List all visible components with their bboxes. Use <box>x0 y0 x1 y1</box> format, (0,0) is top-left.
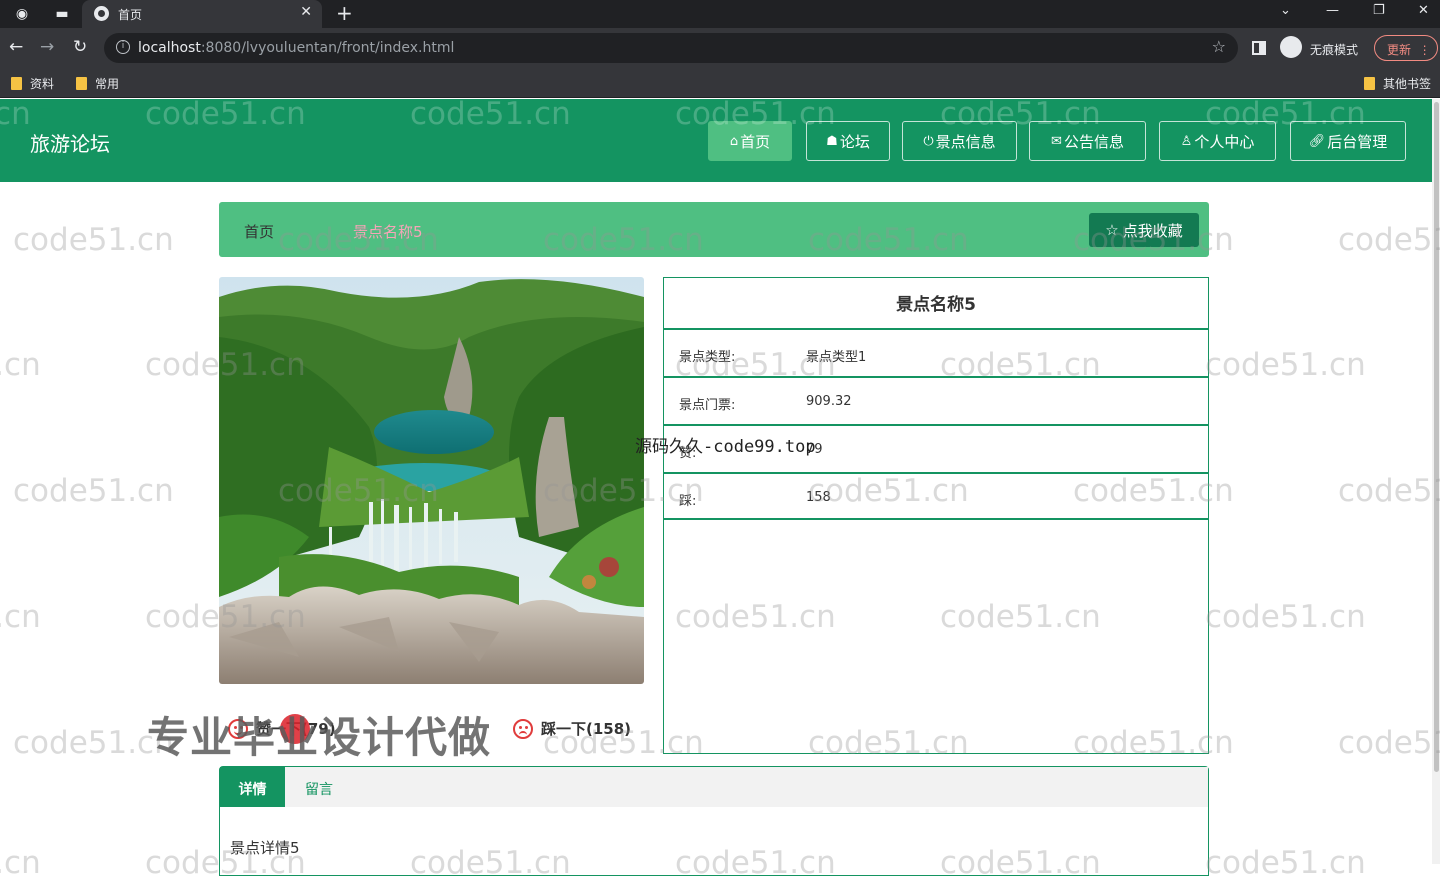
tab-search-icon[interactable]: ▬ <box>52 4 72 24</box>
attraction-info-table: 景点名称5 景点类型: 景点类型1 景点门票: 909.32 赞: 79 踩: 158 <box>663 277 1209 754</box>
nav-home[interactable]: ⌂ 首页 <box>708 121 792 161</box>
site-info-icon[interactable]: i <box>116 40 130 54</box>
mail-icon: ✉ <box>1051 133 1062 149</box>
watermark-text: code51.cn <box>13 222 174 258</box>
attraction-name: 景点名称5 <box>896 295 976 315</box>
power-icon: ⏻ <box>923 133 934 149</box>
info-row-dislikes: 踩: 158 <box>664 472 1208 520</box>
browser-tab[interactable]: 首页 ✕ <box>82 0 322 28</box>
watermark-text: code51.cn <box>1205 599 1366 635</box>
info-row-type: 景点类型: 景点类型1 <box>664 328 1208 376</box>
bookmark-folder-changyong[interactable]: 常用 <box>76 75 119 92</box>
watermark-text: code51.cn <box>1205 347 1366 383</box>
url-input[interactable]: i localhost:8080/lvyouluentan/front/inde… <box>104 33 1238 63</box>
detail-content: 景点详情5 <box>230 839 300 857</box>
link-icon: 🔗︎ <box>1308 133 1326 149</box>
forward-icon[interactable]: → <box>40 37 54 57</box>
update-button[interactable]: 更新 ⋮ <box>1374 35 1438 61</box>
watermark-text: code51.cn <box>0 599 41 635</box>
tab-comments[interactable]: 留言 <box>305 779 333 799</box>
nav-forum[interactable]: ☗ 论坛 <box>806 121 890 161</box>
ad-watermark: 专业毕业设计代做 <box>147 713 492 762</box>
watermark-text: code51.cn <box>0 845 41 881</box>
frown-icon <box>513 718 533 739</box>
attraction-image <box>219 277 644 684</box>
bookmarks-bar: 资料 常用 其他书签 <box>0 68 1440 98</box>
watermark-text: code51.cn <box>13 473 174 509</box>
site-header: 旅游论坛 ⌂ 首页 ☗ 论坛 ⏻ 景点信息 ✉ 公告信息 ♙ 个人中心 🔗︎ 后台管理 <box>0 99 1432 182</box>
back-icon[interactable]: ← <box>9 37 23 57</box>
folder-icon <box>76 77 87 90</box>
restore-icon[interactable]: ❐ <box>1373 3 1385 18</box>
bookmark-star-icon[interactable]: ☆ <box>1212 37 1226 56</box>
url-text: localhost:8080/lvyouluentan/front/index.… <box>138 40 455 56</box>
favorite-button[interactable]: ☆ 点我收藏 <box>1089 213 1199 247</box>
site-title: 旅游论坛 <box>30 132 110 156</box>
browser-menu-icon[interactable]: ◉ <box>12 4 32 24</box>
minimize-icon[interactable]: — <box>1326 3 1339 18</box>
tab-list-chevron-icon[interactable]: ⌄ <box>1280 3 1291 18</box>
page-scrollbar-thumb[interactable] <box>1434 102 1439 772</box>
graduation-icon: ☗ <box>826 133 838 149</box>
watermark-text: code51.cn <box>1338 473 1440 509</box>
new-tab-icon[interactable]: + <box>336 1 353 25</box>
nav-announcements[interactable]: ✉ 公告信息 <box>1029 121 1146 161</box>
dislike-button[interactable]: 踩一下(158) <box>513 718 631 739</box>
watermark-text: code51.cn <box>1205 845 1366 881</box>
nav-admin[interactable]: 🔗︎ 后台管理 <box>1290 121 1406 161</box>
other-bookmarks[interactable]: 其他书签 <box>1364 75 1431 92</box>
breadcrumb: 首页 景点名称5 ☆ 点我收藏 <box>219 202 1209 257</box>
detail-tabs: 详情 留言 景点详情5 <box>219 766 1209 876</box>
side-panel-icon[interactable] <box>1252 41 1266 55</box>
globe-icon <box>94 6 109 21</box>
address-bar-row: ← → ↻ i localhost:8080/lvyouluentan/fron… <box>0 28 1440 68</box>
star-icon: ☆ <box>1105 221 1119 239</box>
bookmark-folder-ziliao[interactable]: 资料 <box>11 75 54 92</box>
watermark-text: code51.cn <box>0 347 41 383</box>
center-watermark: 源码久久-code99.top <box>635 437 816 457</box>
tab-title: 首页 <box>118 8 143 22</box>
info-row-ticket: 景点门票: 909.32 <box>664 376 1208 424</box>
user-icon: ♙ <box>1180 133 1193 149</box>
incognito-icon <box>1280 36 1302 58</box>
reload-icon[interactable]: ↻ <box>73 37 87 57</box>
incognito-label: 无痕模式 <box>1310 43 1359 57</box>
tab-detail[interactable]: 详情 <box>220 767 285 807</box>
browser-tab-bar: ◉ ▬ 首页 ✕ + ⌄ — ❐ ✕ <box>0 0 1440 28</box>
watermark-text: code51.cn <box>1338 725 1440 761</box>
breadcrumb-current: 景点名称5 <box>353 223 423 241</box>
breadcrumb-home[interactable]: 首页 <box>244 221 274 242</box>
nav-attractions[interactable]: ⏻ 景点信息 <box>902 121 1017 161</box>
window-close-icon[interactable]: ✕ <box>1418 3 1429 18</box>
watermark-text: code51.cn <box>1338 222 1440 258</box>
folder-icon <box>1364 77 1375 90</box>
home-icon: ⌂ <box>729 133 739 149</box>
nav-user-center[interactable]: ♙ 个人中心 <box>1159 121 1276 161</box>
folder-icon <box>11 77 22 90</box>
close-tab-icon[interactable]: ✕ <box>300 4 312 20</box>
tab-header: 详情 留言 <box>220 767 1208 807</box>
